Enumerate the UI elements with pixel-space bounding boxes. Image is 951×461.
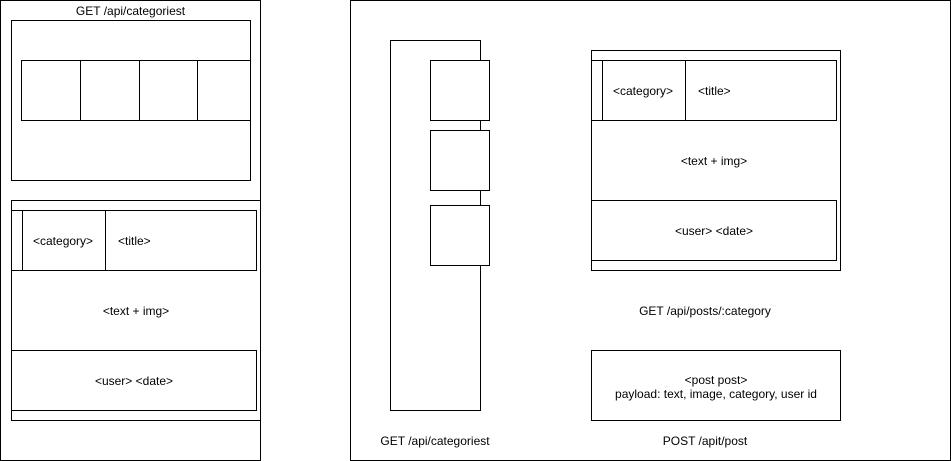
post-user-date: <user> <date> <box>674 224 754 238</box>
create-endpoint-label: POST /apit/post <box>662 434 748 448</box>
categories-row <box>21 60 251 121</box>
post-header-marker <box>592 61 603 120</box>
category-tile[interactable] <box>140 61 198 120</box>
post-user-date: <user> <date> <box>94 374 174 388</box>
post-header: <category> <title> <box>11 210 257 271</box>
category-tile[interactable] <box>430 130 490 191</box>
post-body: <text + img> <box>680 154 748 168</box>
category-tile[interactable] <box>430 60 490 121</box>
post-footer: <user> <date> <box>11 350 257 411</box>
post-title[interactable]: <title> <box>698 84 731 98</box>
category-tile[interactable] <box>430 205 490 266</box>
posts-endpoint-label: GET /api/posts/:category <box>639 304 771 318</box>
create-post-payload: payload: text, image, category, user id <box>615 387 817 401</box>
sidebar-endpoint-label: GET /api/categoriest <box>380 434 490 448</box>
post-footer: <user> <date> <box>591 200 837 261</box>
post-header: <category> <title> <box>591 60 837 121</box>
post-category[interactable]: <category> <box>613 84 673 98</box>
post-title[interactable]: <title> <box>118 234 151 248</box>
post-category[interactable]: <category> <box>33 234 93 248</box>
category-tile[interactable] <box>81 61 140 120</box>
category-tile[interactable] <box>22 61 81 120</box>
create-post-title: <post post> <box>684 373 748 387</box>
post-body: <text + img> <box>102 304 170 318</box>
categories-endpoint-label: GET /api/categoriest <box>75 4 186 18</box>
post-header-marker <box>12 211 23 270</box>
